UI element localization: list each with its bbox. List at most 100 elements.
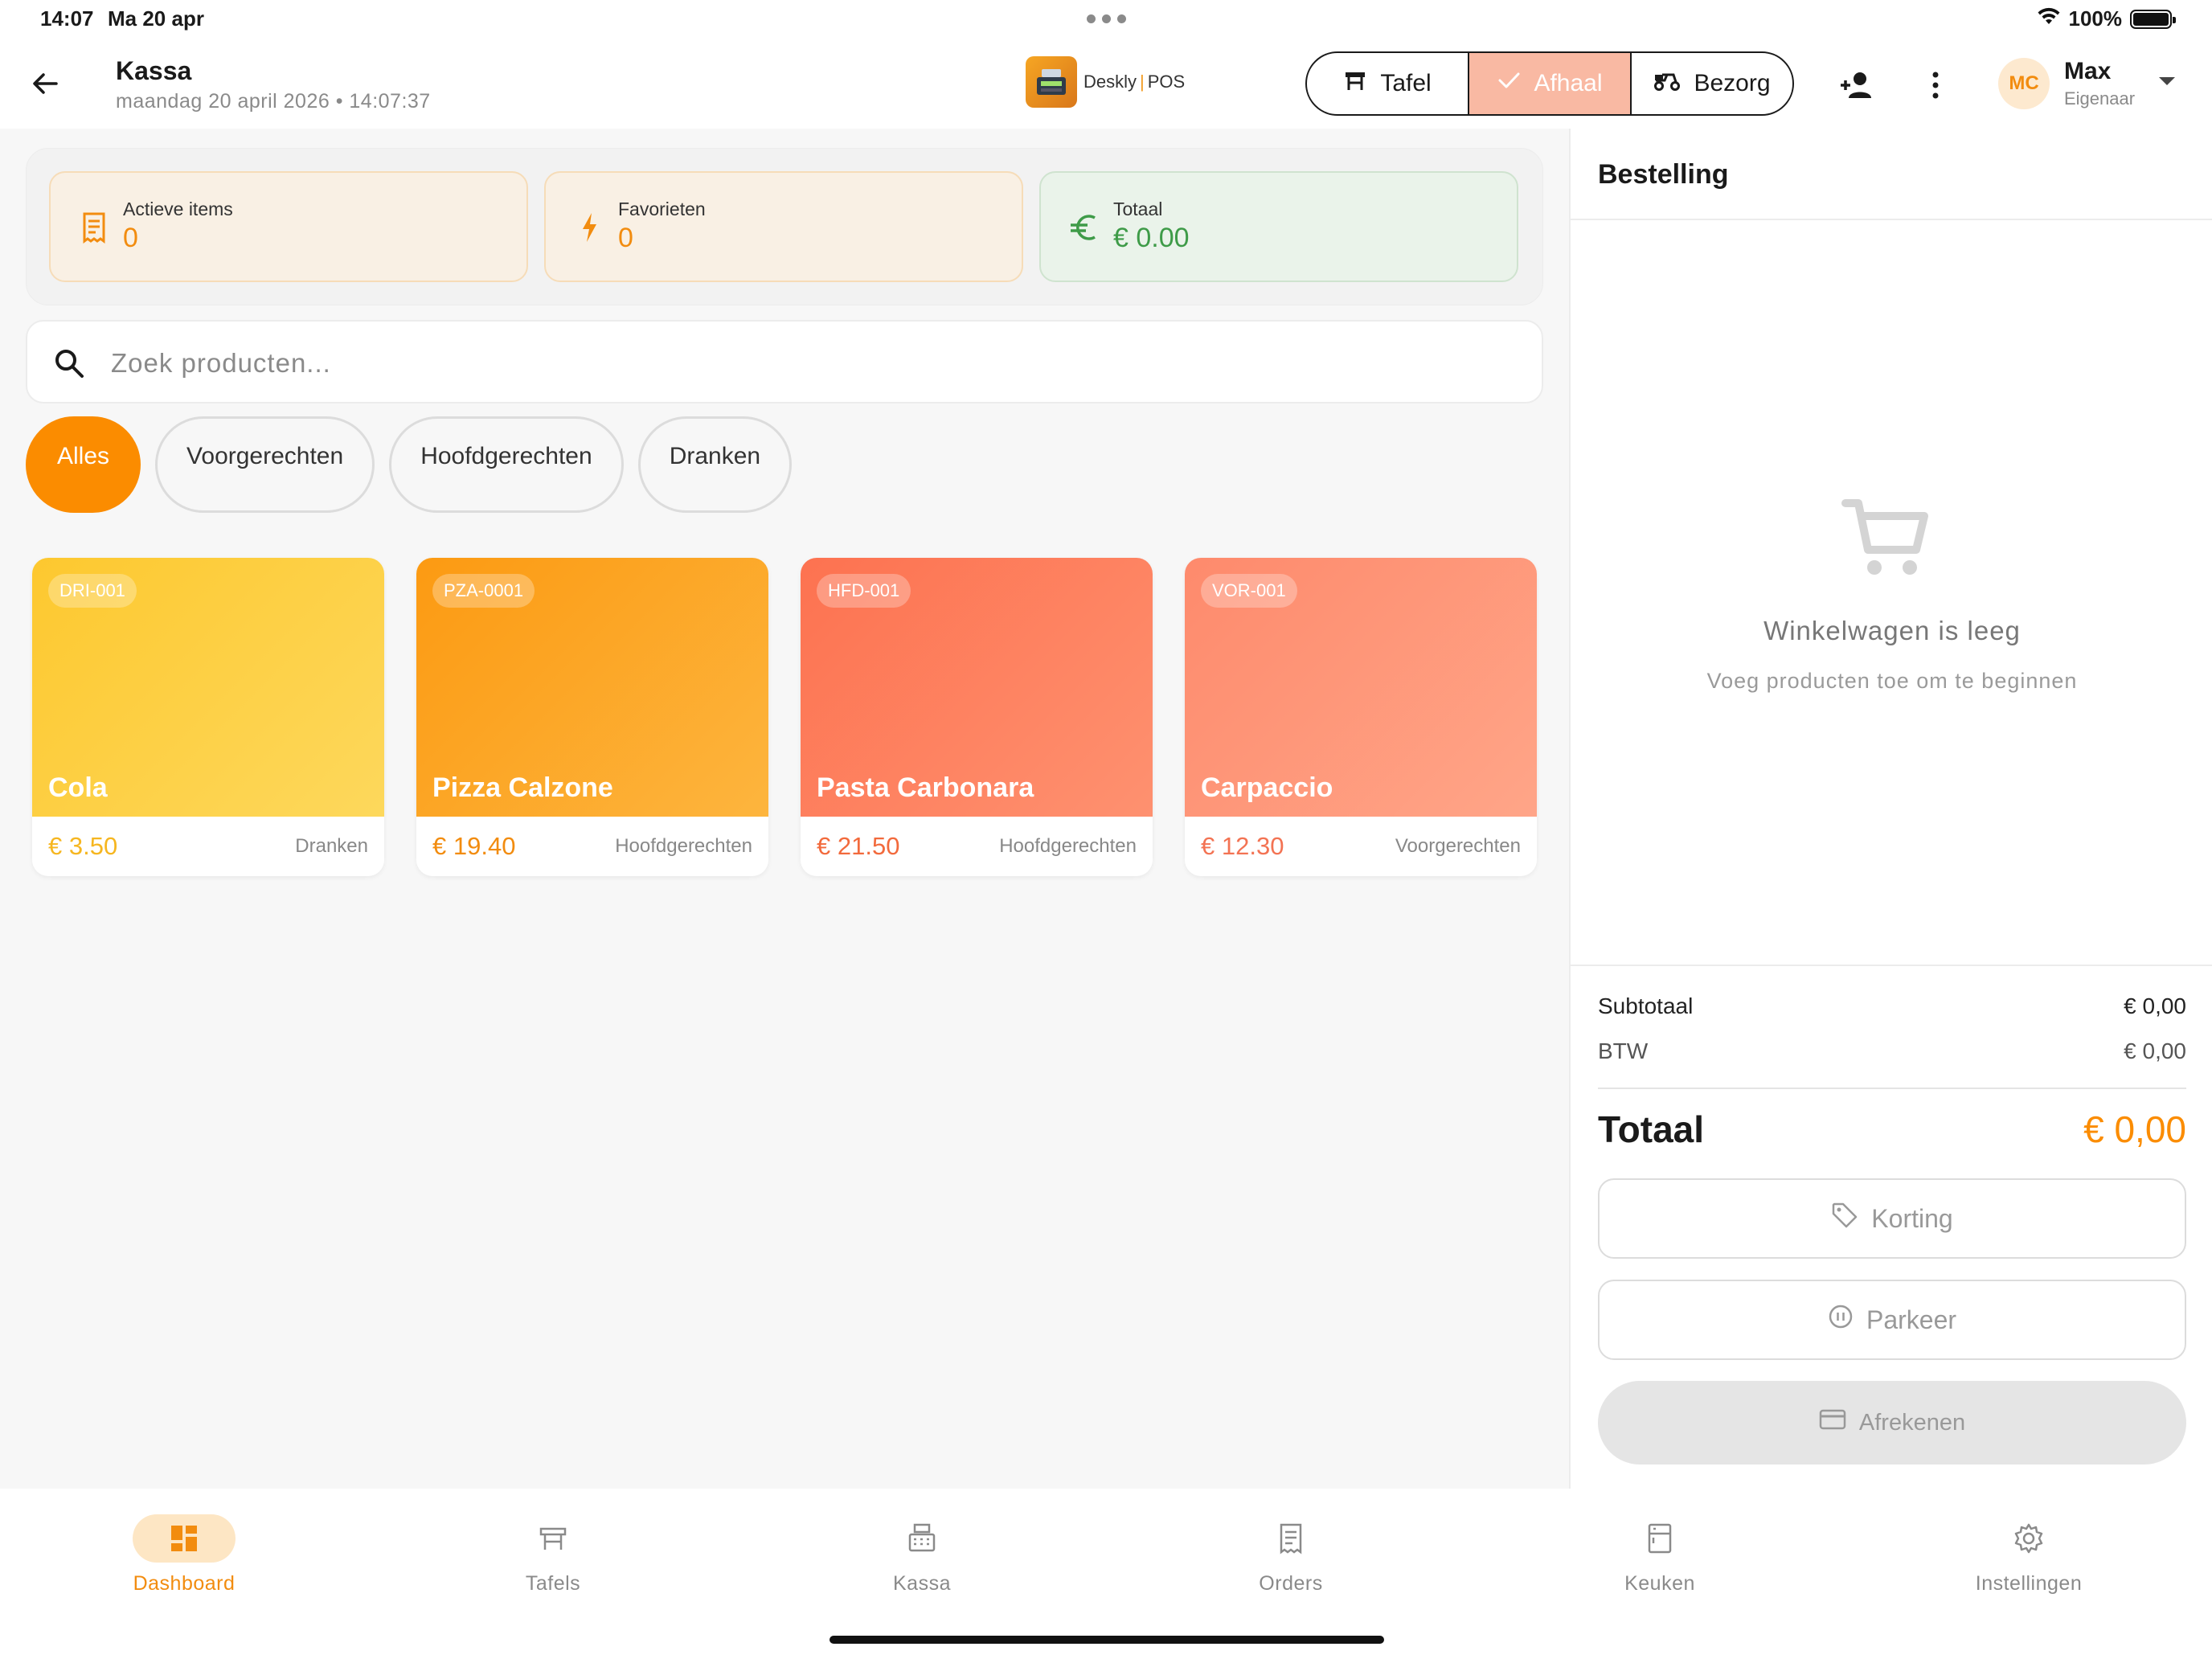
- multitasking-dots-icon[interactable]: [1087, 14, 1126, 23]
- subtotal-value: € 0,00: [2124, 993, 2186, 1018]
- battery-icon: [2130, 9, 2176, 29]
- mode-tafel-button[interactable]: Tafel: [1307, 53, 1469, 114]
- nav-label: Tafels: [525, 1572, 581, 1595]
- table-icon: [502, 1514, 604, 1563]
- product-category: Hoofdgerechten: [999, 835, 1137, 857]
- product-grid: DRI-001 Cola € 3.50 Dranken PZA-0001 Piz…: [32, 558, 1537, 876]
- add-person-icon[interactable]: [1836, 63, 1881, 108]
- nav-label: Kassa: [893, 1572, 951, 1595]
- euro-icon: [1065, 208, 1104, 247]
- stat-favorites: Favorieten 0: [544, 171, 1023, 282]
- category-filter: Alles Voorgerechten Hoofdgerechten Drank…: [26, 416, 793, 513]
- btw-row: BTW € 0,00: [1598, 1038, 2186, 1064]
- product-card-pasta-carbonara[interactable]: HFD-001 Pasta Carbonara € 21.50 Hoofdger…: [801, 558, 1153, 876]
- park-button[interactable]: Parkeer: [1598, 1280, 2186, 1360]
- scooter-icon: [1653, 69, 1681, 98]
- checkout-button[interactable]: Afrekenen: [1598, 1381, 2186, 1464]
- nav-label: Dashboard: [133, 1572, 236, 1595]
- bolt-icon: [570, 208, 608, 247]
- stat-active-items: Actieve items 0: [49, 171, 528, 282]
- search-input[interactable]: [111, 336, 1509, 391]
- product-code-badge: VOR-001: [1201, 574, 1297, 608]
- nav-kassa[interactable]: Kassa: [842, 1514, 1002, 1596]
- product-name: Carpaccio: [1201, 772, 1333, 803]
- user-role: Eigenaar: [2064, 88, 2136, 109]
- shopping-cart-icon: [1839, 489, 1936, 585]
- kitchen-icon: [1608, 1514, 1711, 1563]
- mode-afhaal-button[interactable]: Afhaal: [1469, 53, 1632, 114]
- product-image: HFD-001 Pasta Carbonara: [801, 558, 1153, 817]
- status-time: 14:07: [40, 6, 94, 31]
- btw-value: € 0,00: [2124, 1038, 2186, 1063]
- subtotal-row: Subtotaal € 0,00: [1598, 993, 2186, 1019]
- product-card-carpaccio[interactable]: VOR-001 Carpaccio € 12.30 Voorgerechten: [1185, 558, 1537, 876]
- nav-label: Orders: [1259, 1572, 1323, 1595]
- more-options-icon[interactable]: [1913, 63, 1958, 108]
- nav-keuken[interactable]: Keuken: [1579, 1514, 1740, 1596]
- nav-instellingen[interactable]: Instellingen: [1948, 1514, 2109, 1596]
- nav-orders[interactable]: Orders: [1210, 1514, 1371, 1596]
- discount-button[interactable]: Korting: [1598, 1178, 2186, 1259]
- product-name: Pizza Calzone: [432, 772, 613, 803]
- product-code-badge: HFD-001: [817, 574, 911, 608]
- logo-product: POS: [1147, 72, 1186, 92]
- home-indicator[interactable]: [830, 1636, 1384, 1644]
- stat-total: Totaal € 0.00: [1039, 171, 1518, 282]
- page-subtitle-datetime: maandag 20 april 2026 • 14:07:37: [116, 90, 431, 113]
- order-title: Bestelling: [1598, 159, 1729, 190]
- checkout-button-label: Afrekenen: [1858, 1409, 1966, 1436]
- product-price: € 12.30: [1201, 832, 1284, 860]
- order-panel: Bestelling Winkelwagen is leeg Voeg prod…: [1569, 129, 2212, 1489]
- product-card-pizza-calzone[interactable]: PZA-0001 Pizza Calzone € 19.40 Hoofdgere…: [416, 558, 768, 876]
- logo-brand: Deskly: [1083, 72, 1137, 92]
- product-card-cola[interactable]: DRI-001 Cola € 3.50 Dranken: [32, 558, 384, 876]
- back-arrow-icon[interactable]: [24, 63, 66, 104]
- stat-label: Actieve items: [123, 199, 233, 219]
- table-icon: [1343, 69, 1367, 98]
- stat-value: 0: [618, 223, 633, 253]
- category-chip-alles[interactable]: Alles: [26, 416, 141, 513]
- stat-value: 0: [123, 223, 138, 253]
- product-image: DRI-001 Cola: [32, 558, 384, 817]
- product-price: € 3.50: [48, 832, 118, 860]
- mode-bezorg-button[interactable]: Bezorg: [1632, 53, 1792, 114]
- subtotal-label: Subtotaal: [1598, 993, 1694, 1018]
- receipt-icon: [75, 208, 113, 247]
- category-chip-hoofdgerechten[interactable]: Hoofdgerechten: [389, 416, 624, 513]
- page-title: Kassa: [116, 56, 192, 85]
- category-chip-voorgerechten[interactable]: Voorgerechten: [155, 416, 375, 513]
- product-name: Cola: [48, 772, 108, 803]
- btw-label: BTW: [1598, 1038, 1649, 1063]
- divider: [1598, 1088, 2186, 1089]
- total-label: Totaal: [1598, 1108, 1705, 1150]
- status-bar: 14:07 Ma 20 apr 100%: [0, 0, 2212, 39]
- credit-card-icon: [1819, 1408, 1846, 1437]
- user-name[interactable]: Max: [2064, 58, 2111, 85]
- empty-cart-subtitle: Voeg producten toe om te beginnen: [1706, 669, 2078, 693]
- status-indicators: 100%: [2037, 6, 2176, 31]
- stat-value: € 0.00: [1113, 223, 1190, 253]
- wifi-icon: [2037, 6, 2061, 31]
- chevron-down-icon[interactable]: [2159, 77, 2175, 85]
- category-chip-dranken[interactable]: Dranken: [637, 416, 793, 513]
- park-button-label: Parkeer: [1866, 1305, 1957, 1334]
- app-logo: Deskly | POS: [1026, 56, 1185, 108]
- status-date: Ma 20 apr: [108, 6, 204, 31]
- search-bar: [26, 320, 1543, 403]
- search-icon: [50, 344, 88, 383]
- product-price: € 19.40: [432, 832, 516, 860]
- nav-tafels[interactable]: Tafels: [473, 1514, 633, 1596]
- user-avatar[interactable]: MC: [1998, 58, 2050, 109]
- mode-label: Afhaal: [1534, 70, 1603, 96]
- battery-percentage: 100%: [2068, 6, 2123, 31]
- product-code-badge: DRI-001: [48, 574, 137, 608]
- nav-dashboard[interactable]: Dashboard: [104, 1514, 264, 1596]
- app-header: Kassa maandag 20 april 2026 • 14:07:37 D…: [0, 39, 2212, 129]
- discount-button-label: Korting: [1871, 1203, 1953, 1233]
- order-mode-switch: Tafel Afhaal Bezorg: [1305, 51, 1794, 116]
- total-row: Totaal € 0,00: [1598, 1108, 2186, 1151]
- stat-label: Favorieten: [618, 199, 706, 219]
- tag-icon: [1831, 1202, 1858, 1235]
- product-price: € 21.50: [817, 832, 900, 860]
- nav-label: Instellingen: [1975, 1572, 2083, 1595]
